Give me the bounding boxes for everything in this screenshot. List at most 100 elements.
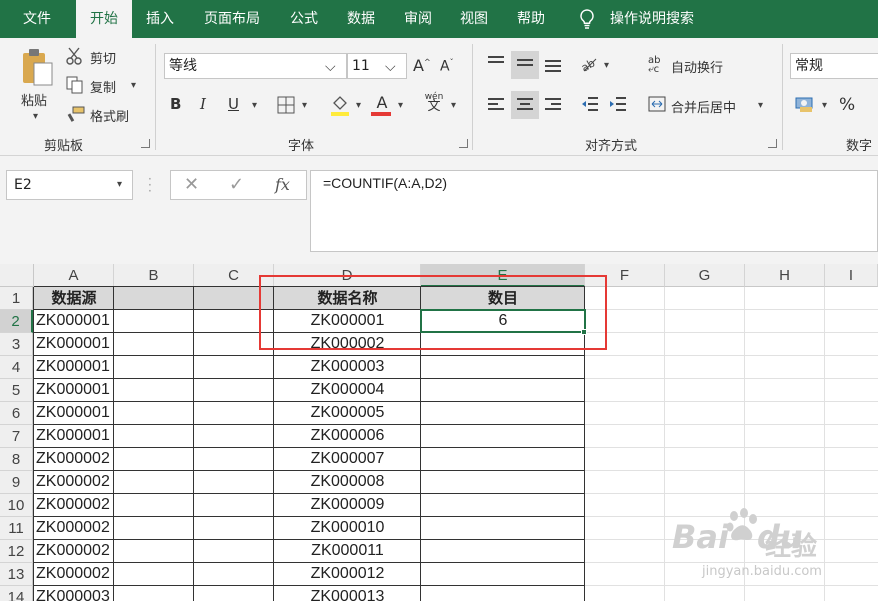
- enter-icon[interactable]: ✓: [229, 174, 244, 195]
- wrap-text-icon[interactable]: ab ⤶c: [648, 56, 666, 75]
- column-header-f[interactable]: F: [585, 264, 665, 287]
- copy-dropdown-icon[interactable]: ▾: [131, 80, 136, 91]
- tab-file[interactable]: 文件: [0, 0, 74, 38]
- align-left-icon[interactable]: [488, 98, 504, 113]
- chevron-down-icon[interactable]: ⌵: [385, 55, 396, 79]
- cell-d4[interactable]: ZK000003: [276, 356, 419, 379]
- cell-a14[interactable]: ZK000003: [36, 586, 112, 601]
- cell-d12[interactable]: ZK000011: [276, 540, 419, 563]
- formula-input[interactable]: =COUNTIF(A:A,D2): [310, 170, 878, 252]
- cell-a8[interactable]: ZK000002: [36, 448, 112, 471]
- column-header-b[interactable]: B: [114, 264, 194, 287]
- font-name-combo[interactable]: 等线 ⌵: [164, 53, 347, 79]
- italic-button[interactable]: I: [200, 95, 206, 113]
- column-header-a[interactable]: A: [34, 264, 114, 287]
- align-right-icon[interactable]: [545, 98, 561, 113]
- font-size-combo[interactable]: 11 ⌵: [347, 53, 407, 79]
- paste-button[interactable]: 粘贴: [21, 90, 47, 109]
- merge-dropdown-icon[interactable]: ▾: [758, 100, 763, 111]
- column-header-e[interactable]: E: [421, 264, 585, 287]
- cell-d13[interactable]: ZK000012: [276, 563, 419, 586]
- cell-d5[interactable]: ZK000004: [276, 379, 419, 402]
- format-painter-button[interactable]: 格式刷: [90, 106, 129, 125]
- row-header-4[interactable]: 4: [0, 356, 33, 379]
- accounting-dropdown-icon[interactable]: ▾: [822, 100, 827, 111]
- fill-color-dropdown-icon[interactable]: ▾: [356, 100, 361, 111]
- column-header-d[interactable]: D: [274, 264, 421, 287]
- row-header-7[interactable]: 7: [0, 425, 33, 448]
- formula-bar-grip-icon[interactable]: · · ·: [148, 173, 152, 197]
- row-header-9[interactable]: 9: [0, 471, 33, 494]
- tab-help[interactable]: 帮助: [504, 0, 558, 38]
- chevron-down-icon[interactable]: ⌵: [325, 55, 336, 79]
- tell-me-search[interactable]: 操作说明搜索: [610, 0, 706, 38]
- column-header-i[interactable]: I: [825, 264, 878, 287]
- cell-d7[interactable]: ZK000006: [276, 425, 419, 448]
- select-all-corner[interactable]: [0, 264, 34, 287]
- row-header-12[interactable]: 12: [0, 540, 33, 563]
- tab-page-layout[interactable]: 页面布局: [192, 0, 272, 38]
- cell-a9[interactable]: ZK000002: [36, 471, 112, 494]
- cell-d8[interactable]: ZK000007: [276, 448, 419, 471]
- clipboard-launcher-icon[interactable]: [141, 139, 150, 148]
- accounting-format-icon[interactable]: [795, 95, 815, 113]
- cell-a3[interactable]: ZK000001: [36, 333, 112, 356]
- lightbulb-icon[interactable]: [578, 8, 596, 30]
- cell-d10[interactable]: ZK000009: [276, 494, 419, 517]
- grow-font-button[interactable]: A^: [413, 56, 431, 75]
- underline-button[interactable]: U: [228, 95, 239, 113]
- cell-a11[interactable]: ZK000002: [36, 517, 112, 540]
- bold-button[interactable]: B: [170, 95, 181, 113]
- percent-button[interactable]: %: [839, 95, 855, 115]
- cell-a1[interactable]: 数据源: [36, 287, 112, 310]
- row-header-13[interactable]: 13: [0, 563, 33, 586]
- font-color-dropdown-icon[interactable]: ▾: [398, 100, 403, 111]
- font-color-button[interactable]: A: [374, 93, 390, 112]
- paste-icon[interactable]: [20, 47, 54, 89]
- borders-dropdown-icon[interactable]: ▾: [302, 100, 307, 111]
- fill-color-icon[interactable]: [330, 94, 350, 116]
- scissors-icon[interactable]: [66, 47, 84, 65]
- tab-data[interactable]: 数据: [334, 0, 388, 38]
- orientation-icon[interactable]: ab: [579, 55, 600, 74]
- cell-a7[interactable]: ZK000001: [36, 425, 112, 448]
- align-top-icon[interactable]: [488, 56, 504, 71]
- cell-d9[interactable]: ZK000008: [276, 471, 419, 494]
- cell-a2[interactable]: ZK000001: [36, 310, 112, 333]
- tab-view[interactable]: 视图: [448, 0, 500, 38]
- cell-d2[interactable]: ZK000001: [276, 310, 419, 333]
- increase-indent-icon[interactable]: [609, 96, 627, 112]
- decrease-indent-icon[interactable]: [581, 96, 599, 112]
- cancel-icon[interactable]: ✕: [184, 174, 199, 195]
- font-launcher-icon[interactable]: [459, 139, 468, 148]
- row-header-2[interactable]: 2: [0, 310, 33, 333]
- cell-a5[interactable]: ZK000001: [36, 379, 112, 402]
- row-header-3[interactable]: 3: [0, 333, 33, 356]
- column-header-g[interactable]: G: [665, 264, 745, 287]
- tab-formulas[interactable]: 公式: [278, 0, 330, 38]
- phonetic-button[interactable]: wén 文: [424, 92, 444, 113]
- column-header-h[interactable]: H: [745, 264, 825, 287]
- format-painter-icon[interactable]: [66, 105, 86, 123]
- borders-icon[interactable]: [277, 96, 295, 114]
- tab-home[interactable]: 开始: [76, 0, 132, 38]
- column-header-c[interactable]: C: [194, 264, 274, 287]
- cell-a12[interactable]: ZK000002: [36, 540, 112, 563]
- copy-button[interactable]: 复制: [90, 77, 116, 96]
- alignment-launcher-icon[interactable]: [768, 139, 777, 148]
- cell-d1[interactable]: 数据名称: [276, 287, 419, 310]
- merge-center-button[interactable]: 合并后居中: [671, 97, 736, 116]
- cell-d6[interactable]: ZK000005: [276, 402, 419, 425]
- shrink-font-button[interactable]: Aˇ: [440, 58, 454, 75]
- align-center-button[interactable]: [511, 91, 539, 119]
- row-header-5[interactable]: 5: [0, 379, 33, 402]
- merge-center-icon[interactable]: [648, 96, 666, 112]
- align-middle-button[interactable]: [511, 51, 539, 79]
- row-header-11[interactable]: 11: [0, 517, 33, 540]
- phonetic-dropdown-icon[interactable]: ▾: [451, 100, 456, 111]
- cut-button[interactable]: 剪切: [90, 48, 116, 67]
- cell-d3[interactable]: ZK000002: [276, 333, 419, 356]
- paste-dropdown-icon[interactable]: ▾: [33, 111, 38, 122]
- underline-dropdown-icon[interactable]: ▾: [252, 100, 257, 111]
- cell-d14[interactable]: ZK000013: [276, 586, 419, 601]
